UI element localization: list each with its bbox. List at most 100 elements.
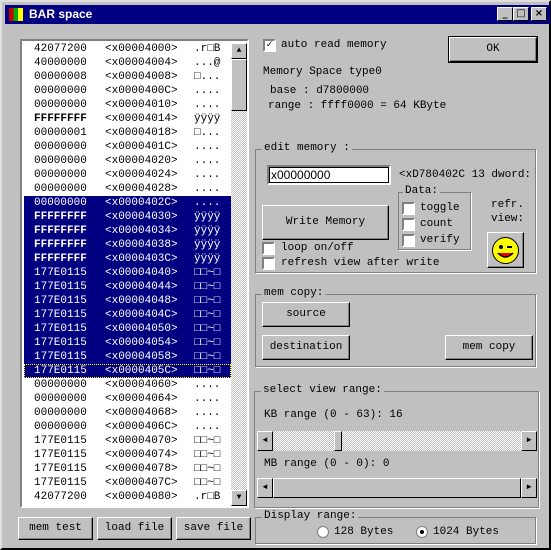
row-value: 00000000 — [34, 197, 87, 209]
memory-row[interactable]: 42077200 <x00004000> .r□B — [24, 42, 231, 56]
auto-read-checkbox[interactable]: ✓ — [263, 39, 276, 52]
memory-row[interactable]: 177E0115 <x0000404C> □□~□ — [24, 308, 231, 322]
memory-row[interactable]: 00000000 <x0000401C>.... — [24, 140, 231, 154]
row-address: <x00004034> — [105, 225, 178, 237]
memory-row[interactable]: 177E0115 <x0000407C> □□~□ — [24, 476, 231, 490]
row-value: 00000000 — [34, 99, 87, 111]
memory-row[interactable]: 00000000 <x0000406C>.... — [24, 420, 231, 434]
refresh-after-write-checkbox[interactable] — [262, 257, 275, 270]
memory-row[interactable]: 00000000 <x00004010>.... — [24, 98, 231, 112]
memory-listbox[interactable]: 42077200 <x00004000> .r□B 40000000 <x0000400… — [20, 39, 249, 508]
kb-range-slider[interactable]: ◄ ► — [257, 431, 537, 451]
memory-row[interactable]: 177E0115 <x00004058> □□~□ — [24, 350, 231, 364]
row-value: 42077200 — [34, 491, 87, 503]
maximize-button[interactable]: □ — [513, 7, 529, 21]
toggle-checkbox[interactable] — [402, 202, 415, 215]
loop-checkbox[interactable] — [262, 242, 275, 255]
kb-slider-thumb[interactable] — [333, 431, 342, 451]
source-button[interactable]: source — [262, 302, 350, 327]
memory-row[interactable]: FFFFFFFF <x00004030> ÿÿÿÿ — [24, 210, 231, 224]
memory-space-type: Memory Space type0 — [263, 66, 382, 78]
load-file-button[interactable]: load file — [97, 517, 172, 540]
memory-row[interactable]: 177E0115 <x00004070> □□~□ — [24, 434, 231, 448]
scroll-thumb[interactable] — [231, 59, 247, 111]
refresh-view-button[interactable] — [487, 232, 524, 268]
memory-row[interactable]: 177E0115 <x00004044> □□~□ — [24, 280, 231, 294]
row-ascii: .... — [194, 421, 221, 433]
memory-row[interactable]: 00000000 <x00004060>.... — [24, 378, 231, 392]
row-address: <x00004068> — [105, 407, 178, 419]
memory-row[interactable]: FFFFFFFF <x00004014> ÿÿÿÿ — [24, 112, 231, 126]
memory-row[interactable]: 42077200 <x00004080> .r□B — [24, 490, 231, 504]
radio-128-bytes[interactable] — [317, 526, 329, 538]
row-ascii: .... — [194, 169, 221, 181]
scroll-left-icon[interactable]: ◄ — [257, 478, 273, 498]
refresh-after-write-label: refresh view after write — [281, 257, 440, 269]
row-ascii: .... — [194, 379, 221, 391]
memory-row[interactable]: 00000000 <x00004064>.... — [24, 392, 231, 406]
verify-checkbox[interactable] — [402, 234, 415, 247]
row-address: <x00004010> — [105, 99, 178, 111]
memory-row[interactable]: FFFFFFFF <x0000403C> ÿÿÿÿ — [24, 252, 231, 266]
radio-1024-bytes[interactable] — [416, 526, 428, 538]
write-memory-button[interactable]: Write Memory — [262, 205, 389, 240]
memory-row[interactable]: 177E0115 <x00004040> □□~□ — [24, 266, 231, 280]
memory-row[interactable]: 177E0115 <x00004048> □□~□ — [24, 294, 231, 308]
ok-button[interactable]: OK — [448, 36, 538, 63]
row-value: 00000000 — [34, 169, 87, 181]
memory-row[interactable]: 177E0115 <x00004054> □□~□ — [24, 336, 231, 350]
memory-row[interactable]: 00000008 <x00004008> □... — [24, 70, 231, 84]
memory-row[interactable]: 40000000 <x00004004> ...@ — [24, 56, 231, 70]
memory-row[interactable]: FFFFFFFF <x00004038> ÿÿÿÿ — [24, 238, 231, 252]
memory-row[interactable]: 177E0115 <x0000405C> □□~□ — [24, 364, 231, 378]
memory-row[interactable]: 00000001 <x00004018> □... — [24, 126, 231, 140]
memory-row[interactable]: 00000000 <x00004020>.... — [24, 154, 231, 168]
mb-slider-thumb[interactable] — [273, 478, 521, 498]
row-ascii: □□~□ — [194, 365, 221, 377]
row-address: <x00004048> — [105, 295, 178, 307]
row-value: FFFFFFFF — [34, 253, 87, 265]
memory-row[interactable]: 177E0115 <x00004050> □□~□ — [24, 322, 231, 336]
scroll-left-icon[interactable]: ◄ — [257, 431, 273, 451]
row-ascii: ...@ — [194, 57, 221, 69]
row-value: 00000000 — [34, 85, 87, 97]
memory-row[interactable]: 00000000 <x0000400C>.... — [24, 84, 231, 98]
memory-row[interactable]: 00000000 <x00004024>.... — [24, 168, 231, 182]
row-ascii: .r□B — [194, 491, 221, 503]
mem-test-button[interactable]: mem test — [18, 517, 93, 540]
minimize-button[interactable]: _ — [497, 7, 513, 21]
row-address: <x00004058> — [105, 351, 178, 363]
destination-button[interactable]: destination — [262, 335, 350, 360]
row-value: 177E0115 — [34, 449, 87, 461]
row-ascii: □□~□ — [194, 435, 221, 447]
memory-row[interactable]: 00000000 <x00004028>.... — [24, 182, 231, 196]
memory-row[interactable]: 177E0115 <x00004078> □□~□ — [24, 462, 231, 476]
row-address: <x00004078> — [105, 463, 178, 475]
memory-row[interactable]: 177E0115 <x00004074> □□~□ — [24, 448, 231, 462]
count-checkbox[interactable] — [402, 218, 415, 231]
row-ascii: □... — [194, 71, 221, 83]
memory-row[interactable]: FFFFFFFF <x00004034> ÿÿÿÿ — [24, 224, 231, 238]
row-ascii: □□~□ — [194, 463, 221, 475]
mb-range-slider[interactable]: ◄ ► — [257, 478, 537, 498]
close-button[interactable]: × — [531, 7, 547, 21]
memory-row[interactable]: 00000000 <x0000402C>.... — [24, 196, 231, 210]
row-address: <x00004028> — [105, 183, 178, 195]
vertical-scrollbar[interactable]: ▲ ▼ — [231, 43, 247, 506]
count-label: count — [420, 218, 454, 230]
memory-row[interactable]: 00000000 <x00004068>.... — [24, 406, 231, 420]
row-address: <x0000405C> — [105, 365, 178, 377]
scroll-down-arrow-icon[interactable]: ▼ — [231, 490, 247, 506]
row-address: <x0000406C> — [105, 421, 178, 433]
row-ascii: .... — [194, 155, 221, 167]
mem-copy-button[interactable]: mem copy — [445, 335, 533, 360]
scroll-right-icon[interactable]: ► — [521, 431, 537, 451]
memory-value-input[interactable] — [267, 165, 391, 185]
save-file-button[interactable]: save file — [176, 517, 251, 540]
title-bar[interactable]: BAR space _ □ × — [5, 5, 550, 24]
scroll-up-arrow-icon[interactable]: ▲ — [231, 43, 247, 59]
row-address: <x00004018> — [105, 127, 178, 139]
scroll-right-icon[interactable]: ► — [521, 478, 537, 498]
row-address: <x00004060> — [105, 379, 178, 391]
row-ascii: □□~□ — [194, 309, 221, 321]
